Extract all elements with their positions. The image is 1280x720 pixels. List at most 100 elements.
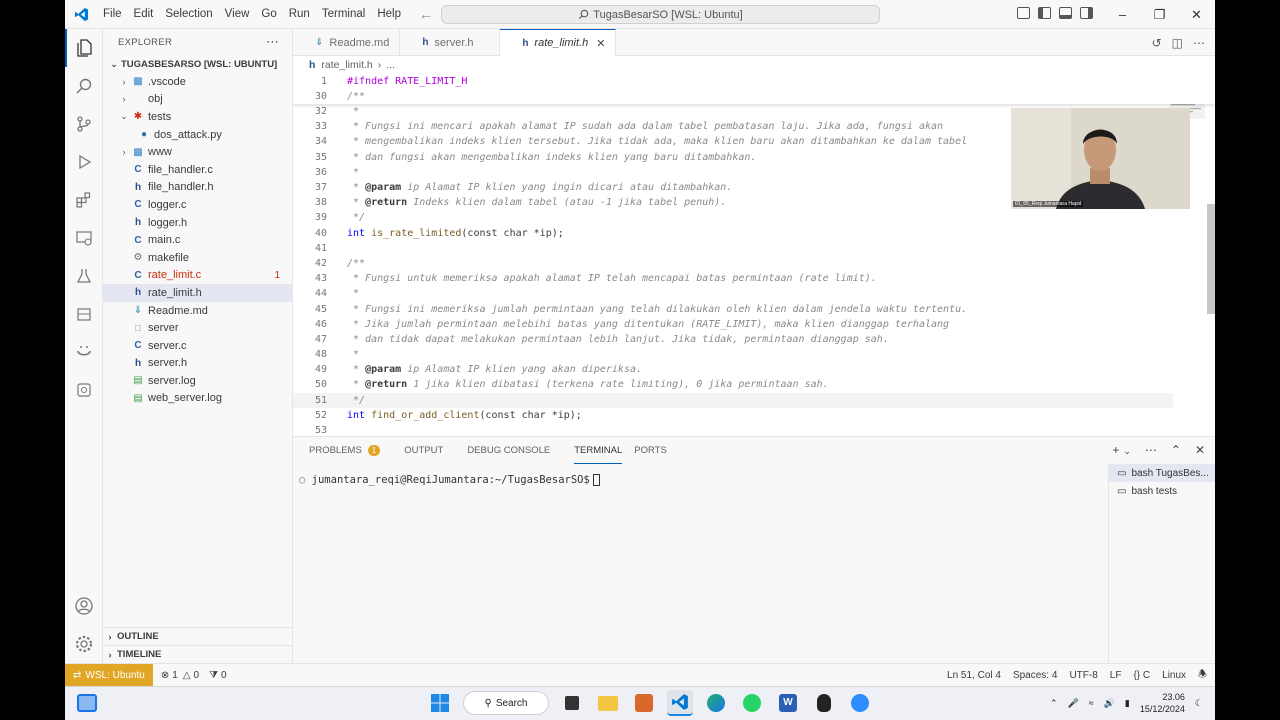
tree-item[interactable]: Crate_limit.c 1 xyxy=(103,267,292,285)
more-actions-icon[interactable]: ⋯ xyxy=(266,34,280,50)
live-share-icon[interactable] xyxy=(65,333,103,371)
menu-help[interactable]: Help xyxy=(371,8,407,20)
extensions-icon[interactable] xyxy=(65,181,103,219)
tree-item[interactable]: h rate_limit.h xyxy=(103,284,292,302)
terminal-instance[interactable]: ▭ bash tests xyxy=(1109,482,1215,500)
chevron-down-icon[interactable]: ⌄ xyxy=(1123,446,1131,457)
more-actions-icon[interactable]: ⋯ xyxy=(1145,443,1157,457)
database-icon[interactable] xyxy=(65,371,103,409)
app-orange-icon[interactable] xyxy=(631,690,657,716)
tab-problems[interactable]: PROBLEMS 1 xyxy=(309,437,392,464)
timeline-section[interactable]: › TIMELINE xyxy=(103,645,293,663)
search-icon[interactable] xyxy=(65,67,103,105)
close-icon[interactable]: ✕ xyxy=(596,37,605,50)
tree-item[interactable]: › obj xyxy=(103,91,292,109)
split-editor-icon[interactable]: ◫ xyxy=(1172,36,1183,50)
tree-item[interactable]: h server.h xyxy=(103,355,292,373)
breadcrumb-more[interactable]: ... xyxy=(386,59,395,71)
breadcrumb-file[interactable]: rate_limit.h xyxy=(321,59,372,71)
tree-item[interactable]: › ▩ .vscode xyxy=(103,73,292,91)
microphone-icon[interactable]: 🎤 xyxy=(1068,698,1079,709)
menu-file[interactable]: File xyxy=(97,8,128,20)
indentation[interactable]: Spaces: 4 xyxy=(1013,670,1057,681)
whatsapp-icon[interactable] xyxy=(739,690,765,716)
menu-terminal[interactable]: Terminal xyxy=(316,8,371,20)
docker-icon[interactable] xyxy=(65,295,103,333)
tree-item[interactable]: ● dos_attack.py xyxy=(103,126,292,144)
sticky-scroll[interactable]: 1 #ifndef RATE_LIMIT_H 30 /** xyxy=(293,74,1215,104)
minimize-icon[interactable]: – xyxy=(1104,0,1141,29)
zoom-icon[interactable] xyxy=(847,690,873,716)
tab-output[interactable]: OUTPUT xyxy=(404,437,455,464)
explorer-icon[interactable] xyxy=(65,29,103,67)
notification-icon[interactable]: ☾ xyxy=(1195,698,1203,709)
close-panel-icon[interactable]: ✕ xyxy=(1195,443,1205,457)
wifi-icon[interactable]: ≈ xyxy=(1089,698,1094,708)
editor-scrollbar[interactable] xyxy=(1207,204,1215,314)
tab-readme[interactable]: ⇓ Readme.md xyxy=(293,29,401,56)
tab-debug-console[interactable]: DEBUG CONSOLE xyxy=(467,437,562,464)
tree-item[interactable]: ⇓ Readme.md xyxy=(103,302,292,320)
encoding[interactable]: UTF-8 xyxy=(1069,670,1097,681)
menu-edit[interactable]: Edit xyxy=(128,8,160,20)
ports-status[interactable]: ⧩ 0 xyxy=(209,670,226,681)
taskbar-search[interactable]: ⚲ Search xyxy=(463,691,549,715)
menu-selection[interactable]: Selection xyxy=(159,8,218,20)
testing-icon[interactable] xyxy=(65,257,103,295)
tree-item[interactable]: Cmain.c xyxy=(103,231,292,249)
word-icon[interactable]: W xyxy=(775,690,801,716)
tree-item[interactable]: h logger.h xyxy=(103,214,292,232)
penguin-linux-icon[interactable] xyxy=(811,690,837,716)
terminal-instance[interactable]: ▭ bash TugasBes... xyxy=(1109,464,1215,482)
outline-section[interactable]: › OUTLINE xyxy=(103,627,293,645)
task-view-icon[interactable] xyxy=(559,690,585,716)
tree-item[interactable]: □ server xyxy=(103,319,292,337)
tree-item[interactable]: Cserver.c xyxy=(103,337,292,355)
back-arrow-icon[interactable]: ← xyxy=(419,6,433,22)
tree-item[interactable]: Cfile_handler.c xyxy=(103,161,292,179)
tab-rate-limit-h[interactable]: h rate_limit.h ✕ xyxy=(500,29,617,56)
toggle-secondary-sidebar-icon[interactable] xyxy=(1080,7,1093,19)
remote-indicator[interactable]: ⇄ WSL: Ubuntu xyxy=(65,664,153,686)
source-control-icon[interactable] xyxy=(65,105,103,143)
command-center[interactable]: TugasBesarSO [WSL: Ubuntu] xyxy=(441,5,880,24)
maximize-panel-icon[interactable]: ⌃ xyxy=(1171,443,1181,457)
close-window-icon[interactable]: ✕ xyxy=(1178,0,1215,29)
new-terminal-icon[interactable]: + xyxy=(1112,443,1119,457)
workspace-root[interactable]: ⌄ TUGASBESARSO [WSL: UBUNTU] xyxy=(103,56,292,73)
restore-icon[interactable]: ❐ xyxy=(1141,0,1178,29)
volume-icon[interactable]: 🔊 xyxy=(1104,698,1115,709)
remote-explorer-icon[interactable] xyxy=(65,219,103,257)
show-hidden-icons-icon[interactable]: ⌃ xyxy=(1050,698,1058,709)
tree-item[interactable]: ⚙ makefile xyxy=(103,249,292,267)
terminal[interactable]: ○ jumantara_reqi@ReqiJumantara:~/TugasBe… xyxy=(293,464,1108,664)
clock[interactable]: 23.06 15/12/2024 xyxy=(1140,691,1185,715)
settings-gear-icon[interactable] xyxy=(65,625,103,663)
start-windows-icon[interactable] xyxy=(427,690,453,716)
tab-terminal[interactable]: TERMINAL xyxy=(574,437,623,464)
end-of-line[interactable]: LF xyxy=(1110,670,1122,681)
cursor-position[interactable]: Ln 51, Col 4 xyxy=(947,670,1001,681)
tree-item[interactable]: ⌄ ✱ tests xyxy=(103,108,292,126)
language-mode[interactable]: {} C xyxy=(1133,670,1150,681)
accounts-icon[interactable] xyxy=(65,587,103,625)
tree-item[interactable]: Clogger.c xyxy=(103,196,292,214)
run-debug-icon[interactable] xyxy=(65,143,103,181)
edge-browser-icon[interactable] xyxy=(703,690,729,716)
compare-changes-icon[interactable]: ↺ xyxy=(1152,36,1162,50)
more-actions-icon[interactable]: ⋯ xyxy=(1193,36,1205,50)
tab-server-h[interactable]: h server.h xyxy=(400,29,501,56)
tree-item[interactable]: ▤ server.log xyxy=(103,372,292,390)
os-indicator[interactable]: Linux xyxy=(1162,670,1186,681)
notifications-bell-icon[interactable]: 🕭 xyxy=(1198,667,1207,684)
vscode-taskbar-icon[interactable] xyxy=(667,690,693,716)
toggle-primary-sidebar-icon[interactable] xyxy=(1017,7,1030,19)
file-explorer-icon[interactable] xyxy=(595,690,621,716)
menu-view[interactable]: View xyxy=(219,8,256,20)
tree-item[interactable]: › ▩ www xyxy=(103,143,292,161)
toggle-panel-icon[interactable] xyxy=(1038,7,1051,19)
menu-run[interactable]: Run xyxy=(283,8,316,20)
menu-go[interactable]: Go xyxy=(255,8,282,20)
widgets-icon[interactable] xyxy=(77,694,97,712)
tree-item[interactable]: ▤ web_server.log xyxy=(103,390,292,408)
